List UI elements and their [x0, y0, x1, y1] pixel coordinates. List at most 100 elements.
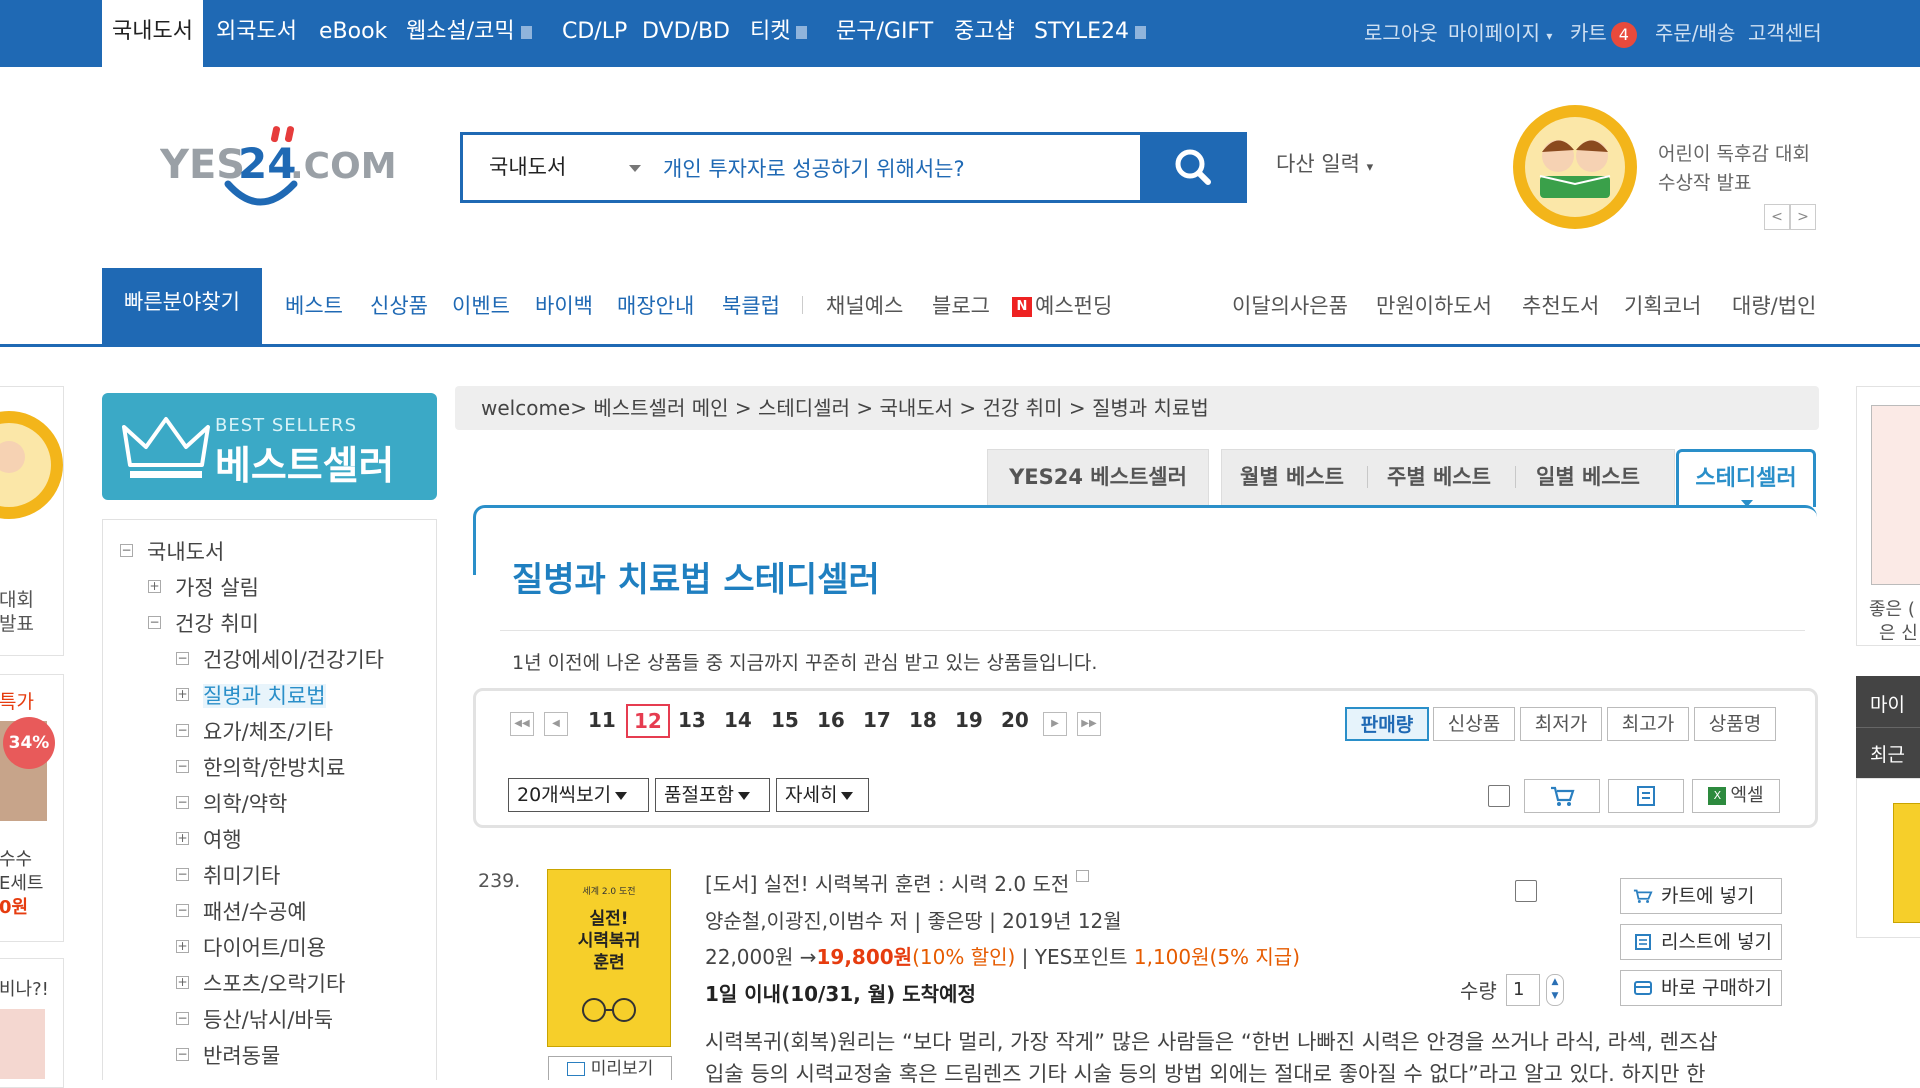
product-select-checkbox[interactable]	[1515, 880, 1537, 902]
page-link[interactable]: 11	[588, 708, 616, 732]
cat-dvd-bd[interactable]: DVD/BD	[642, 0, 730, 67]
nav-blog[interactable]: 블로그	[932, 290, 990, 320]
page-link[interactable]: 18	[909, 708, 937, 732]
left-wing-banner[interactable]: 대회 발표	[0, 386, 64, 656]
view-mode-select[interactable]: 자세히	[776, 778, 869, 812]
page-link[interactable]: 15	[771, 708, 799, 732]
promo-prev-button[interactable]: <	[1764, 204, 1790, 230]
right-quick-mypage[interactable]: 마이	[1870, 690, 1905, 717]
collapse-icon[interactable]: −	[176, 795, 189, 809]
tree-item[interactable]: − 건강 취미	[148, 608, 259, 638]
sort-new-button[interactable]: 신상품	[1433, 707, 1515, 741]
product-title-link[interactable]: [도서] 실전! 시력복귀 훈련 : 시력 2.0 도전	[705, 868, 1089, 897]
tree-item[interactable]: − 반려동물	[176, 1040, 280, 1070]
nav-recommended[interactable]: 추천도서	[1522, 290, 1599, 320]
tree-item[interactable]: − 요가/체조/기타	[176, 716, 333, 746]
nav-bulk-corporate[interactable]: 대량/법인	[1732, 290, 1816, 320]
page-link[interactable]: 14	[724, 708, 752, 732]
quick-category-button[interactable]: 빠른분야찾기	[102, 268, 262, 347]
expand-icon[interactable]: +	[176, 831, 189, 845]
nav-new[interactable]: 신상품	[370, 290, 428, 320]
nav-yesfunding[interactable]: N 예스펀딩	[1012, 290, 1112, 320]
nav-monthly-gift[interactable]: 이달의사은품	[1232, 290, 1348, 320]
nav-best[interactable]: 베스트	[285, 290, 343, 320]
collapse-icon[interactable]: −	[176, 903, 189, 917]
page-link[interactable]: 16	[817, 708, 845, 732]
bestseller-banner[interactable]: BEST SELLERS 베스트셀러	[102, 393, 437, 500]
page-link-current[interactable]: 12	[626, 704, 670, 738]
nav-event[interactable]: 이벤트	[452, 290, 510, 320]
cat-used-shop[interactable]: 중고샵	[954, 0, 1015, 67]
tab-steadyseller[interactable]: 스테디셀러	[1676, 449, 1816, 507]
nav-bookclub[interactable]: 북클럽	[722, 290, 780, 320]
search-scope-select[interactable]: 국내도서	[489, 135, 566, 200]
mypage-link[interactable]: 마이페이지 ▾	[1448, 0, 1552, 67]
breadcrumb[interactable]: welcome> 베스트셀러 메인 > 스테디셀러 > 국내도서 > 건강 취미…	[455, 386, 1819, 430]
tree-item[interactable]: − 패션/수공예	[176, 896, 307, 926]
cat-style24[interactable]: STYLE24	[1034, 0, 1146, 67]
nav-under-10k[interactable]: 만원이하도서	[1376, 290, 1492, 320]
nav-special-corner[interactable]: 기획코너	[1624, 290, 1701, 320]
recent-item-image[interactable]	[1893, 803, 1920, 923]
prev-page-button[interactable]: ◀	[544, 712, 568, 736]
collapse-icon[interactable]: −	[148, 615, 161, 629]
yes24-logo[interactable]: YES 24 .COM	[159, 120, 410, 220]
tree-item[interactable]: − 한의학/한방치료	[176, 752, 345, 782]
expand-icon[interactable]: +	[176, 687, 189, 701]
tree-item[interactable]: + 질병과 치료법	[176, 680, 326, 710]
reading-contest-badge[interactable]	[1510, 104, 1640, 230]
add-selected-to-list-button[interactable]	[1608, 779, 1684, 813]
expand-icon[interactable]: +	[176, 939, 189, 953]
right-wing-banner[interactable]: 좋은 ( 은 신	[1856, 386, 1920, 646]
contest-promo-text[interactable]: 어린이 독후감 대회 수상작 발표	[1658, 140, 1810, 198]
multi-input-toggle[interactable]: 다산 일력 ▾	[1276, 148, 1373, 178]
page-link[interactable]: 19	[955, 708, 983, 732]
tree-item[interactable]: + 스포츠/오락기타	[176, 968, 345, 998]
promo-next-button[interactable]: >	[1790, 204, 1816, 230]
cat-foreign-books[interactable]: 외국도서	[216, 0, 297, 67]
cat-ticket[interactable]: 티켓	[750, 0, 808, 67]
logout-link[interactable]: 로그아웃	[1364, 0, 1438, 67]
excel-download-button[interactable]: X 엑셀	[1692, 779, 1780, 813]
collapse-icon[interactable]: −	[176, 1047, 189, 1061]
sort-lowest-price-button[interactable]: 최저가	[1520, 707, 1602, 741]
per-page-select[interactable]: 20개씩보기	[508, 778, 649, 812]
select-all-checkbox[interactable]	[1488, 785, 1510, 807]
product-cover-image[interactable]: 세계 2.0 도전 실전! 시력복귀 훈련	[547, 869, 671, 1047]
stepper-up-icon[interactable]: ▲	[1547, 975, 1563, 989]
next-page-button[interactable]: ▶	[1043, 712, 1067, 736]
add-selected-to-cart-button[interactable]	[1524, 779, 1600, 813]
nav-buyback[interactable]: 바이백	[535, 290, 593, 320]
search-input[interactable]	[663, 149, 1093, 187]
tab-yes24-bestseller[interactable]: YES24 베스트셀러	[987, 449, 1209, 505]
tree-item[interactable]: − 국내도서	[120, 536, 224, 566]
nav-store-info[interactable]: 매장안내	[617, 290, 694, 320]
cart-link[interactable]: 카트 4	[1570, 0, 1637, 67]
add-to-list-button[interactable]: 리스트에 넣기	[1620, 924, 1782, 960]
left-wing-deal[interactable]: 특가 34% 수수 E세트 0원	[0, 674, 64, 942]
search-button[interactable]	[1140, 132, 1247, 203]
nav-channel-yes[interactable]: 채널예스	[826, 290, 903, 320]
right-quick-recent[interactable]: 최근	[1870, 740, 1905, 767]
sort-highest-price-button[interactable]: 최고가	[1607, 707, 1689, 741]
tree-item[interactable]: − 의학/약학	[176, 788, 287, 818]
chevron-down-icon[interactable]	[629, 165, 641, 172]
left-wing-banner3[interactable]: 비나?!	[0, 958, 64, 1088]
page-link[interactable]: 13	[678, 708, 706, 732]
expand-icon[interactable]: +	[148, 579, 161, 593]
add-to-cart-button[interactable]: 카트에 넣기	[1620, 878, 1782, 914]
buy-now-button[interactable]: 바로 구매하기	[1620, 970, 1782, 1006]
tab-daily-best[interactable]: 일별 베스트	[1536, 450, 1640, 504]
collapse-icon[interactable]: −	[176, 723, 189, 737]
expand-icon[interactable]: +	[176, 975, 189, 989]
cat-webnovel-comic[interactable]: 웹소설/코믹	[406, 0, 532, 67]
last-page-button[interactable]: ▶▶	[1077, 712, 1101, 736]
page-link[interactable]: 17	[863, 708, 891, 732]
order-delivery-link[interactable]: 주문/배송	[1655, 0, 1735, 67]
preview-button[interactable]: 미리보기	[548, 1056, 672, 1080]
tree-item[interactable]: + 다이어트/미용	[176, 932, 326, 962]
collapse-icon[interactable]: −	[176, 651, 189, 665]
tab-weekly-best[interactable]: 주별 베스트	[1387, 450, 1491, 504]
stepper-down-icon[interactable]: ▼	[1547, 989, 1563, 1003]
collapse-icon[interactable]: −	[176, 759, 189, 773]
